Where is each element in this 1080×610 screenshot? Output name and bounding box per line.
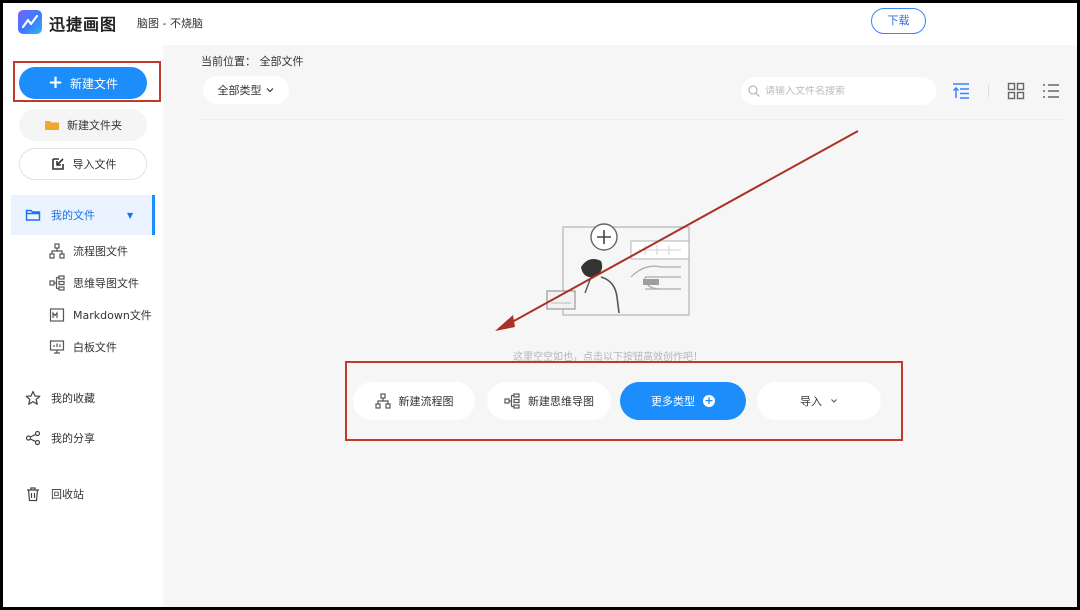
- more-types-label: 更多类型: [651, 395, 695, 408]
- app-brand: 迅捷画图: [49, 15, 118, 34]
- search-input[interactable]: [765, 85, 925, 97]
- sidebar-item-mindmap-files[interactable]: 思维导图文件: [49, 273, 139, 293]
- import-dropdown-button[interactable]: 导入: [757, 382, 881, 420]
- new-flowchart-label: 新建流程图: [398, 395, 454, 408]
- new-mindmap-label: 新建思维导图: [528, 395, 594, 408]
- breadcrumb: 当前位置： 全部文件: [201, 55, 304, 68]
- chevron-down-icon: [266, 88, 273, 93]
- new-folder-button[interactable]: 新建文件夹: [19, 109, 147, 141]
- more-types-button[interactable]: 更多类型 +: [620, 382, 746, 420]
- import-file-label: 导入文件: [72, 158, 117, 171]
- sidebar: + 新建文件 新建文件夹 导入文件 我的文件 ▼ 流程图文件 思维导图文件 Ma…: [3, 45, 163, 607]
- import-file-button[interactable]: 导入文件: [19, 148, 147, 180]
- whiteboard-icon: [49, 340, 65, 354]
- whiteboard-files-label: 白板文件: [73, 341, 117, 354]
- mindmap-icon: [49, 275, 65, 291]
- file-type-filter-dropdown[interactable]: 全部类型: [203, 76, 289, 104]
- caret-down-icon[interactable]: ▼: [127, 211, 133, 220]
- recycle-bin-label: 回收站: [51, 488, 84, 501]
- sidebar-item-flowchart-files[interactable]: 流程图文件: [49, 241, 128, 261]
- markdown-icon: [49, 308, 65, 322]
- sidebar-item-shares[interactable]: 我的分享: [25, 427, 95, 449]
- star-icon: [25, 390, 41, 405]
- import-label: 导入: [800, 395, 822, 408]
- new-flowchart-button[interactable]: 新建流程图: [353, 382, 475, 420]
- mindmap-icon: [504, 393, 520, 409]
- document-title: 脑图 - 不烧脑: [137, 17, 203, 30]
- new-file-label: 新建文件: [70, 76, 119, 91]
- empty-state-illustration-icon: [546, 223, 690, 316]
- toolbar-separator: [988, 85, 989, 97]
- type-filter-label: 全部类型: [217, 84, 262, 97]
- my-files-label: 我的文件: [51, 209, 95, 222]
- app-logo-icon: [18, 10, 42, 34]
- sidebar-item-favorites[interactable]: 我的收藏: [25, 387, 95, 409]
- folder-icon: [45, 121, 59, 130]
- top-bar: 迅捷画图 脑图 - 不烧脑 下载: [3, 3, 1077, 45]
- header-divider: [201, 119, 1063, 120]
- new-folder-label: 新建文件夹: [67, 119, 122, 132]
- sidebar-item-my-files[interactable]: 我的文件 ▼: [11, 195, 155, 235]
- favorites-label: 我的收藏: [51, 392, 95, 405]
- app-window: 迅捷画图 脑图 - 不烧脑 下载 + 新建文件 新建文件夹 导入文件 我的文件 …: [3, 3, 1077, 607]
- folder-outline-icon: [25, 209, 41, 221]
- flowchart-icon: [374, 393, 391, 409]
- sidebar-item-markdown-files[interactable]: Markdown文件: [49, 305, 152, 325]
- list-view-icon[interactable]: [1041, 81, 1061, 101]
- mindmap-files-label: 思维导图文件: [73, 277, 139, 290]
- shares-label: 我的分享: [51, 432, 95, 445]
- markdown-files-label: Markdown文件: [73, 309, 152, 322]
- sort-icon[interactable]: [951, 81, 971, 101]
- import-icon: [51, 158, 64, 170]
- chevron-down-icon: [831, 399, 837, 403]
- share-icon: [25, 430, 41, 446]
- trash-icon: [27, 487, 39, 502]
- search-icon: [748, 85, 760, 97]
- flowchart-icon: [49, 243, 65, 259]
- new-file-button[interactable]: + 新建文件: [19, 67, 147, 99]
- sidebar-item-whiteboard-files[interactable]: 白板文件: [49, 337, 117, 357]
- sidebar-item-recycle-bin[interactable]: 回收站: [25, 483, 84, 505]
- grid-view-icon[interactable]: [1006, 81, 1026, 101]
- new-mindmap-button[interactable]: 新建思维导图: [487, 382, 611, 420]
- plus-icon: +: [47, 72, 64, 93]
- flowchart-files-label: 流程图文件: [73, 245, 128, 258]
- download-button[interactable]: 下载: [871, 8, 926, 34]
- search-box[interactable]: [741, 77, 936, 105]
- plus-circle-icon: +: [703, 394, 715, 407]
